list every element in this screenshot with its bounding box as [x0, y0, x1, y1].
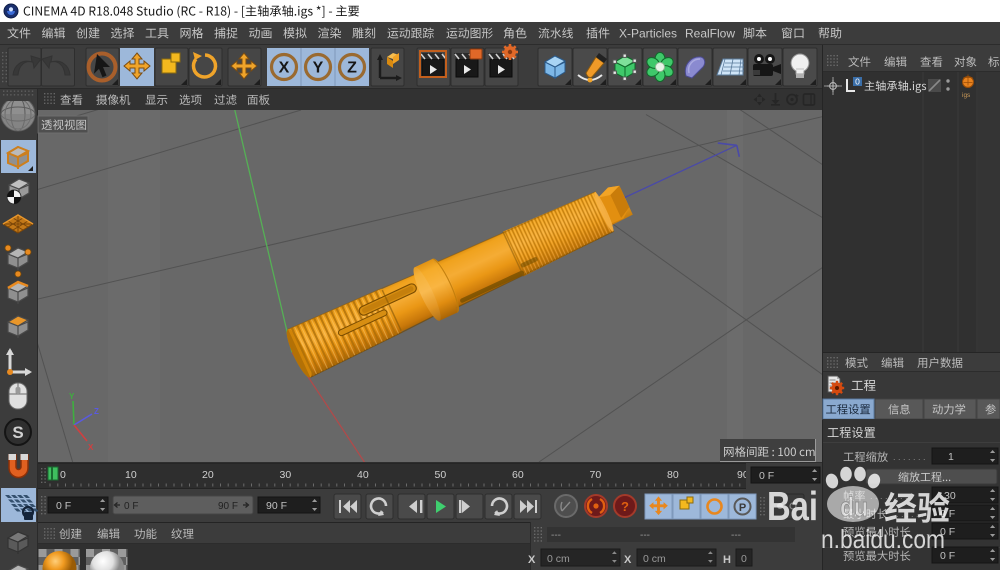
- svg-text:X: X: [88, 443, 94, 452]
- svg-text:?: ?: [621, 499, 629, 514]
- svg-text:S: S: [12, 423, 23, 442]
- svg-text:H: H: [723, 554, 731, 566]
- svg-text:20: 20: [202, 469, 214, 481]
- svg-text:10: 10: [125, 469, 137, 481]
- svg-text:0 cm: 0 cm: [643, 553, 666, 565]
- svg-text:50: 50: [435, 469, 447, 481]
- svg-text:0 F: 0 F: [56, 500, 71, 512]
- svg-text:1: 1: [948, 451, 954, 463]
- svg-text:du: du: [840, 492, 868, 522]
- svg-text:60: 60: [512, 469, 524, 481]
- svg-text:Z: Z: [347, 60, 357, 77]
- svg-text:0: 0: [855, 77, 860, 87]
- svg-text:igs: igs: [962, 92, 971, 99]
- svg-text:90 F: 90 F: [266, 500, 287, 512]
- svg-text:80: 80: [667, 469, 679, 481]
- svg-text:Y: Y: [69, 392, 75, 401]
- svg-text:RealFlow: RealFlow: [685, 27, 735, 41]
- svg-text:n.baidu.com: n.baidu.com: [821, 524, 945, 554]
- svg-text:---: ---: [731, 530, 741, 541]
- svg-text:X: X: [279, 60, 290, 77]
- svg-text:0: 0: [741, 553, 747, 565]
- svg-text:0 cm: 0 cm: [547, 553, 570, 565]
- svg-text:70: 70: [590, 469, 602, 481]
- svg-text:X: X: [624, 554, 632, 566]
- svg-text:30: 30: [280, 469, 292, 481]
- svg-text:X-Particles: X-Particles: [619, 27, 677, 41]
- svg-text:. . . . . . .: . . . . . . .: [893, 452, 926, 462]
- svg-text:0 F: 0 F: [124, 501, 138, 512]
- svg-text:P: P: [739, 502, 746, 514]
- svg-text:Z: Z: [94, 407, 99, 416]
- svg-text:0 F: 0 F: [759, 470, 774, 482]
- svg-text:Bai: Bai: [767, 483, 818, 529]
- svg-text:Y: Y: [313, 60, 324, 77]
- svg-text:X: X: [528, 554, 536, 566]
- svg-text:0: 0: [60, 469, 66, 481]
- svg-text:---: ---: [640, 530, 650, 541]
- svg-text:---: ---: [551, 530, 561, 541]
- svg-text:90 F: 90 F: [218, 501, 238, 512]
- svg-text:40: 40: [357, 469, 369, 481]
